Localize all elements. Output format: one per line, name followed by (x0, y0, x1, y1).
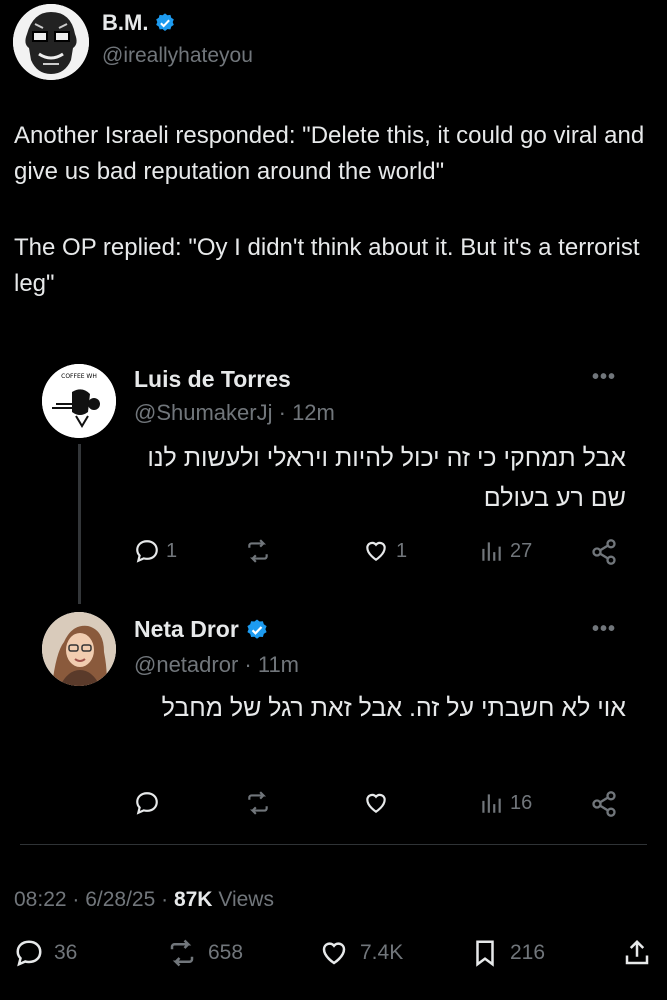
repost-icon (170, 939, 194, 967)
author-avatar[interactable] (13, 4, 89, 80)
views-action[interactable]: 27 (478, 538, 532, 564)
reply-name-row: Neta Dror (134, 616, 269, 643)
author-name[interactable]: B.M. (102, 10, 148, 36)
share-icon (592, 539, 616, 565)
svg-text:COFFEE WH: COFFEE WH (61, 373, 97, 380)
profile-photo-icon (42, 612, 116, 686)
heart-icon (322, 942, 346, 965)
footer-repost-count: 658 (208, 941, 244, 964)
views-count: 16 (510, 791, 533, 814)
like-action[interactable] (362, 790, 390, 816)
footer-bookmark-count: 216 (510, 941, 546, 964)
reply-text: אבל תמחקי כי זה יכול להיות ויראלי ולעשות… (147, 444, 626, 512)
share-icon (592, 791, 616, 817)
footer-like-button[interactable]: 7.4K (318, 938, 403, 968)
footer-reply-count: 36 (54, 941, 78, 964)
share-action[interactable] (590, 790, 618, 818)
like-action[interactable]: 1 (362, 538, 407, 564)
upload-share-icon (625, 939, 649, 965)
repost-action[interactable] (244, 538, 272, 564)
author-handle[interactable]: @ireallyhateyou (102, 44, 253, 68)
reply-count: 1 (166, 539, 178, 562)
reply-text: אוי לא חשבתי על זה. אבל זאת רגל של מחבל (161, 694, 626, 722)
tweet-paragraph-1: Another Israeli responded: "Delete this,… (14, 122, 645, 185)
thread-connector-line (78, 444, 81, 604)
tweet-meta: 08:22 · 6/28/25 · 87K Views (14, 888, 274, 912)
reply-avatar[interactable] (42, 612, 116, 686)
coffee-logo-icon: COFFEE WH (42, 364, 116, 438)
reply-author-handle[interactable]: @netadror (134, 652, 238, 677)
more-options-icon[interactable]: ••• (592, 618, 616, 641)
comment-icon (136, 792, 158, 815)
tweet-timestamp[interactable]: 08:22 · 6/28/25 · (14, 888, 168, 911)
reply-author-name[interactable]: Luis de Torres (134, 366, 291, 393)
tweet-paragraph-2: The OP replied: "Oy I didn't think about… (14, 234, 640, 297)
reply-author-handle[interactable]: @ShumakerJj (134, 400, 273, 425)
more-options-icon[interactable]: ••• (592, 366, 616, 389)
author-name-row: B.M. (102, 10, 176, 36)
sketch-portrait-icon (13, 4, 89, 80)
views-count-bold: 87K (173, 888, 213, 911)
reply-handle-row: @ShumakerJj · 12m (134, 400, 335, 426)
heart-icon (366, 793, 386, 813)
verified-badge-icon (247, 619, 267, 639)
reply-time: · 11m (244, 652, 300, 677)
views-count: 27 (510, 539, 533, 562)
footer-reply-button[interactable]: 36 (14, 938, 77, 968)
views-chart-icon (482, 794, 501, 813)
repost-icon (248, 791, 268, 815)
heart-icon (366, 541, 386, 561)
reply-time: · 12m (278, 400, 335, 425)
like-count: 1 (396, 539, 408, 562)
views-label: Views (218, 888, 274, 911)
repost-action[interactable] (244, 790, 272, 816)
footer-share-button[interactable] (622, 938, 652, 968)
reply-action[interactable] (134, 790, 160, 816)
footer-bookmark-button[interactable]: 216 (470, 938, 545, 968)
comment-icon (16, 940, 42, 967)
footer-repost-button[interactable]: 658 (166, 938, 243, 968)
reply-action[interactable]: 1 (134, 538, 177, 564)
comment-icon (136, 540, 158, 563)
reply-avatar[interactable]: COFFEE WH (42, 364, 116, 438)
reply-author-name[interactable]: Neta Dror (134, 616, 239, 643)
repost-icon (248, 539, 268, 563)
bookmark-icon (476, 940, 494, 967)
views-chart-icon (482, 542, 501, 561)
views-action[interactable]: 16 (478, 790, 532, 816)
share-action[interactable] (590, 538, 618, 566)
divider (20, 844, 647, 845)
reply-handle-row: @netadror · 11m (134, 652, 299, 678)
verified-badge-icon (156, 13, 175, 31)
footer-like-count: 7.4K (360, 941, 404, 964)
